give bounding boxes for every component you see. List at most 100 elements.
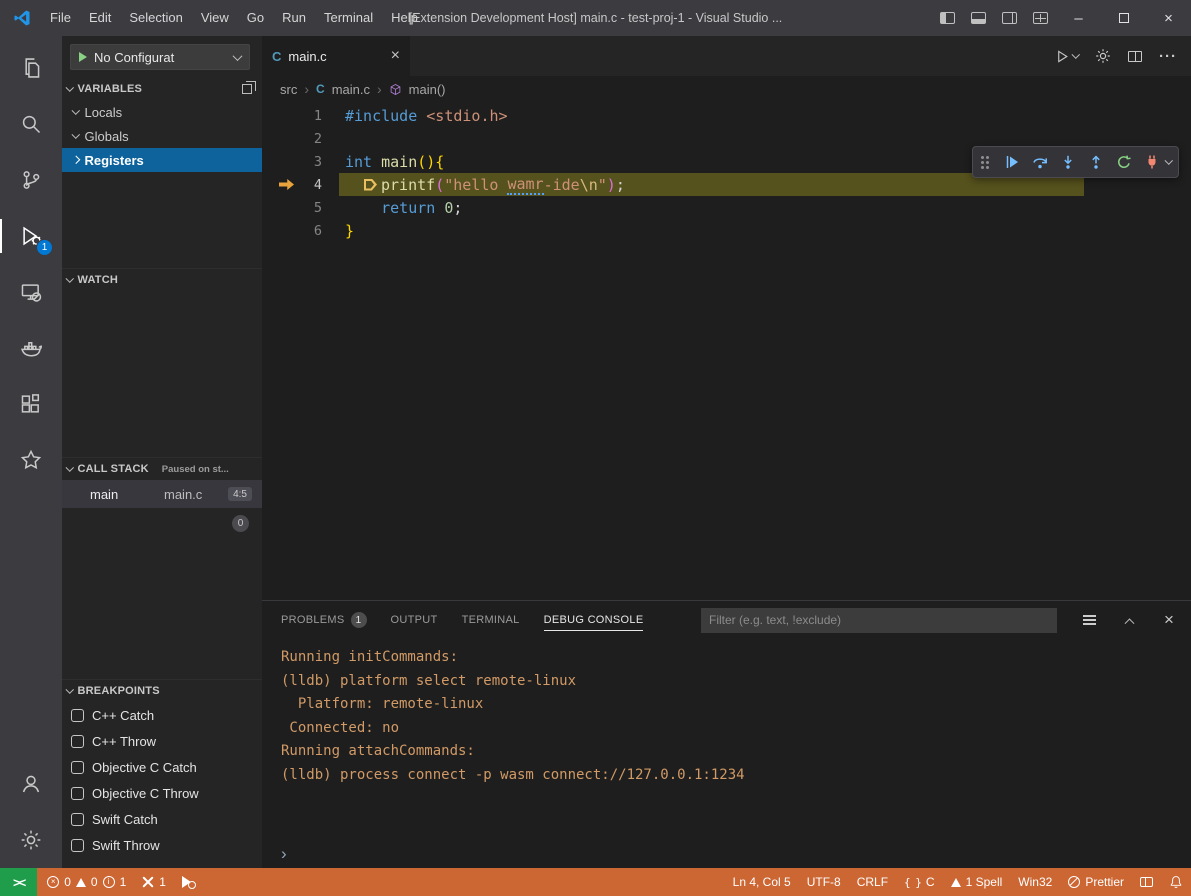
line-col-badge: 4:5 xyxy=(228,487,252,501)
remote-indicator[interactable]: >< xyxy=(0,868,37,896)
checkbox[interactable] xyxy=(71,813,84,826)
tab-main-c[interactable]: C main.c × xyxy=(262,36,410,76)
code-line[interactable]: 1 #include <stdio.h> xyxy=(262,104,1191,127)
drag-handle-icon[interactable] xyxy=(980,155,991,169)
breakpoint-row[interactable]: Objective C Catch xyxy=(62,754,262,780)
split-editor-icon[interactable] xyxy=(1128,51,1142,62)
tab-debug-console[interactable]: DEBUG CONSOLE xyxy=(544,614,644,626)
restart-icon[interactable] xyxy=(1112,150,1136,174)
console-line: Running attachCommands: xyxy=(281,740,1191,764)
chevron-down-icon[interactable] xyxy=(1164,157,1172,165)
problems-status[interactable]: × 0 0 i 1 xyxy=(39,868,134,896)
explorer-icon[interactable] xyxy=(0,40,62,96)
glyph-margin[interactable] xyxy=(262,179,296,190)
breadcrumb-symbol[interactable]: main() xyxy=(409,82,446,97)
toolchain-status[interactable]: 1 xyxy=(134,868,174,896)
language-mode[interactable]: { } C xyxy=(896,868,943,896)
console-input[interactable]: › xyxy=(281,845,287,862)
checkbox[interactable] xyxy=(71,839,84,852)
tab-terminal[interactable]: TERMINAL xyxy=(462,614,520,626)
search-icon[interactable] xyxy=(0,96,62,152)
minimize-button[interactable]: – xyxy=(1056,0,1101,36)
run-debug-icon[interactable]: 1 xyxy=(0,208,62,264)
variables-item-registers[interactable]: Registers xyxy=(62,148,262,172)
run-file-button[interactable] xyxy=(1055,49,1079,64)
toggle-sidebar-icon[interactable] xyxy=(940,12,955,24)
checkbox[interactable] xyxy=(71,735,84,748)
docker-icon[interactable] xyxy=(0,320,62,376)
debug-console-output[interactable]: Running initCommands:(lldb) platform sel… xyxy=(262,639,1191,868)
callstack-thread-row[interactable]: 0 xyxy=(62,508,262,538)
spell-status[interactable]: 1 Spell xyxy=(943,868,1011,896)
toggle-secondary-sidebar-icon[interactable] xyxy=(1002,12,1017,24)
watch-section-header[interactable]: WATCH xyxy=(62,269,262,291)
copy-icon[interactable] xyxy=(242,84,252,94)
menu-item[interactable]: Go xyxy=(238,0,273,36)
menu-item[interactable]: File xyxy=(41,0,80,36)
eol-status[interactable]: CRLF xyxy=(849,868,896,896)
customize-layout-icon[interactable] xyxy=(1033,12,1048,24)
tab-output[interactable]: OUTPUT xyxy=(391,614,438,626)
step-over-icon[interactable] xyxy=(1028,150,1052,174)
checkbox[interactable] xyxy=(71,709,84,722)
account-icon[interactable] xyxy=(0,756,62,812)
encoding-status[interactable]: UTF-8 xyxy=(799,868,849,896)
variables-section-header[interactable]: VARIABLES xyxy=(62,78,262,100)
breadcrumb-folder[interactable]: src xyxy=(280,82,297,97)
remote-explorer-icon[interactable] xyxy=(0,264,62,320)
code-line[interactable]: 6 } xyxy=(262,219,1191,242)
more-actions-icon[interactable]: ··· xyxy=(1159,48,1177,65)
extensions-icon[interactable] xyxy=(0,376,62,432)
menu-item[interactable]: Run xyxy=(273,0,315,36)
source-control-icon[interactable] xyxy=(0,152,62,208)
section-title: CALL STACK xyxy=(78,463,149,475)
menu-item[interactable]: View xyxy=(192,0,238,36)
toggle-panel-icon[interactable] xyxy=(971,12,986,24)
code-editor[interactable]: 1 #include <stdio.h> 2 3 int main(){ 4 p… xyxy=(262,102,1191,600)
maximize-panel-icon[interactable] xyxy=(1121,617,1137,624)
variables-item-locals[interactable]: Locals xyxy=(62,100,262,124)
close-panel-icon[interactable]: × xyxy=(1161,610,1177,630)
disconnect-icon[interactable] xyxy=(1140,150,1164,174)
tab-problems[interactable]: PROBLEMS 1 xyxy=(281,612,367,628)
callstack-section-header[interactable]: CALL STACK Paused on st... xyxy=(62,458,262,480)
breakpoint-label: Objective C Throw xyxy=(92,786,199,801)
breakpoint-row[interactable]: Swift Catch xyxy=(62,806,262,832)
formatter-status[interactable]: Prettier xyxy=(1060,868,1132,896)
close-button[interactable]: × xyxy=(1146,0,1191,36)
gear-icon[interactable] xyxy=(1095,48,1111,64)
variables-item-globals[interactable]: Globals xyxy=(62,124,262,148)
menu-item[interactable]: Edit xyxy=(80,0,120,36)
step-into-icon[interactable] xyxy=(1056,150,1080,174)
panel-layout-status[interactable] xyxy=(1132,868,1161,896)
breakpoint-row[interactable]: Swift Throw xyxy=(62,832,262,858)
breadcrumb-file[interactable]: main.c xyxy=(332,82,370,97)
platform-status[interactable]: Win32 xyxy=(1010,868,1060,896)
maximize-button[interactable] xyxy=(1101,0,1146,36)
breakpoints-section-header[interactable]: BREAKPOINTS xyxy=(62,680,262,702)
breakpoint-row[interactable]: Objective C Throw xyxy=(62,780,262,806)
braces-icon: { } xyxy=(904,876,921,889)
console-filter-input[interactable] xyxy=(701,608,1057,633)
menu-item[interactable]: Terminal xyxy=(315,0,382,36)
cursor-position[interactable]: Ln 4, Col 5 xyxy=(725,868,799,896)
continue-icon[interactable] xyxy=(1000,150,1024,174)
start-debug-icon[interactable] xyxy=(79,52,87,62)
step-out-icon[interactable] xyxy=(1084,150,1108,174)
breakpoint-row[interactable]: C++ Throw xyxy=(62,728,262,754)
filter-lines-icon[interactable] xyxy=(1081,619,1097,621)
code-line[interactable]: 5 return 0; xyxy=(262,196,1191,219)
notifications-status[interactable] xyxy=(1161,868,1191,896)
debug-config-dropdown[interactable]: No Configurat xyxy=(70,44,250,70)
settings-gear-icon[interactable] xyxy=(0,812,62,868)
remote-icon: >< xyxy=(13,875,24,890)
menu-item[interactable]: Selection xyxy=(120,0,191,36)
checkbox[interactable] xyxy=(71,787,84,800)
star-icon[interactable] xyxy=(0,432,62,488)
callstack-frame-row[interactable]: main main.c 4:5 xyxy=(62,480,262,508)
checkbox[interactable] xyxy=(71,761,84,774)
breakpoint-row[interactable]: C++ Catch xyxy=(62,702,262,728)
debug-status[interactable] xyxy=(174,868,204,896)
close-tab-icon[interactable]: × xyxy=(391,48,400,64)
callstack-section: CALL STACK Paused on st... main main.c 4… xyxy=(62,457,262,679)
